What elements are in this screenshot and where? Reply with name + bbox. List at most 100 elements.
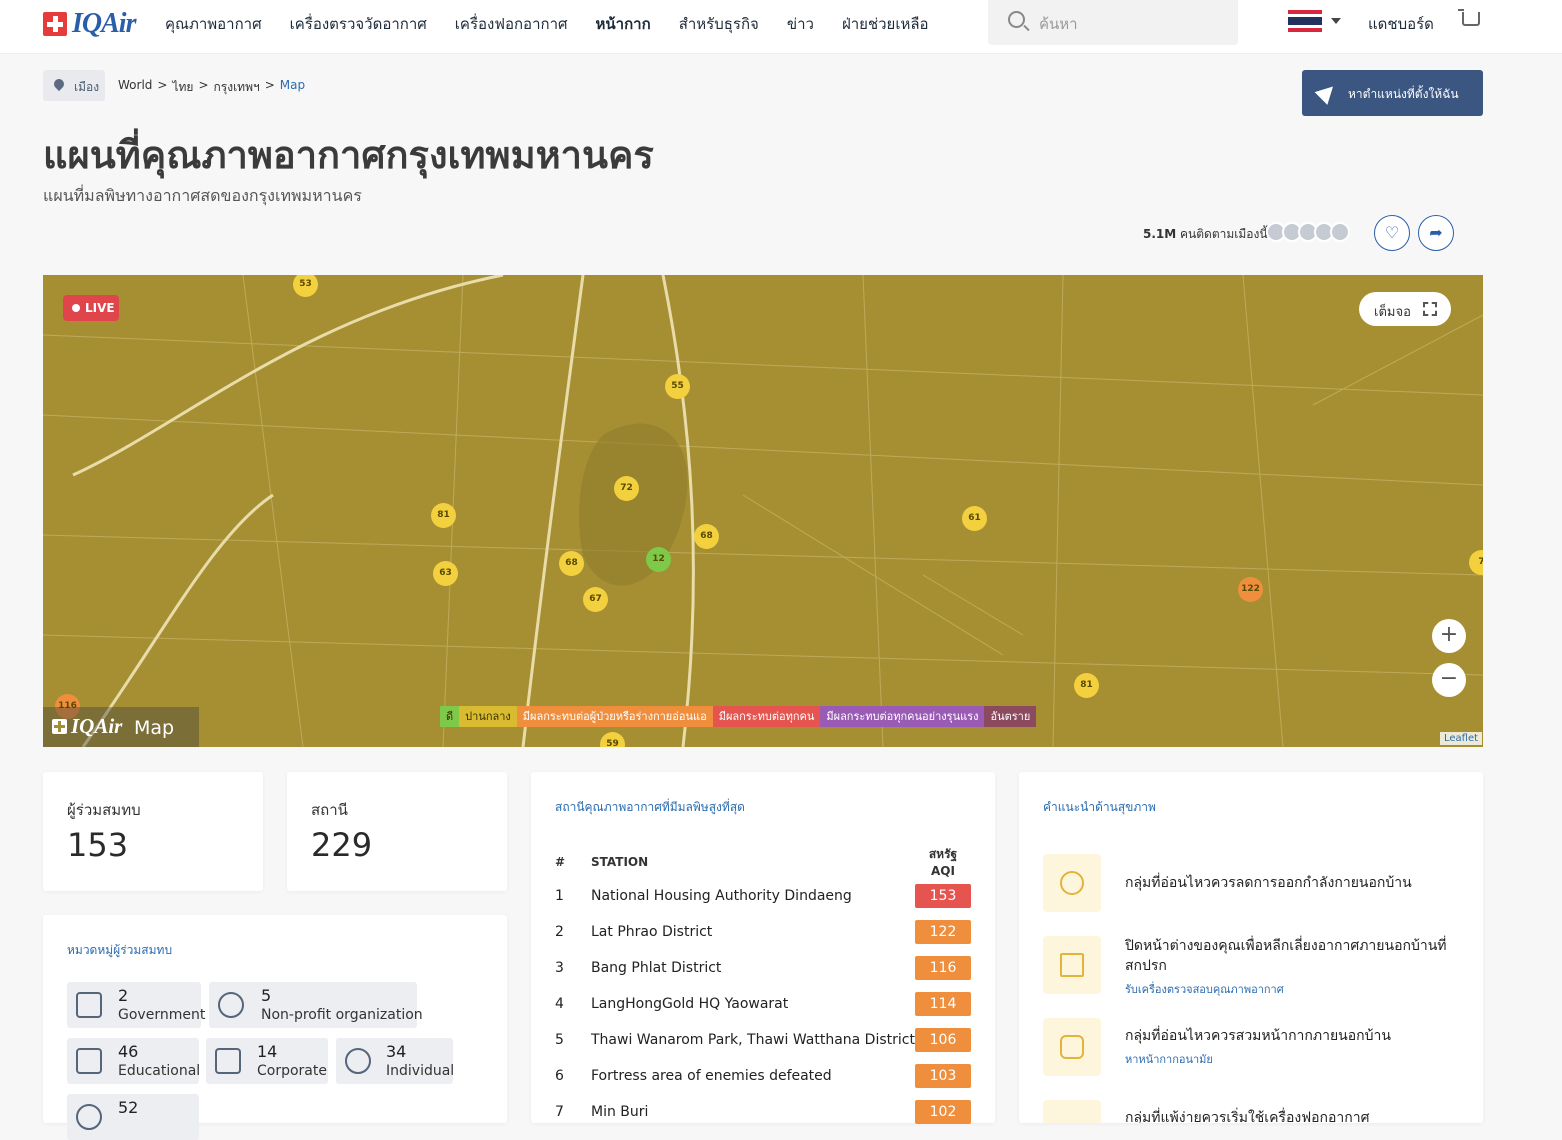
category-corporate[interactable]: 14 Corporate [206,1038,328,1084]
recommendation-text: กลุ่มที่อ่อนไหวควรสวมหน้ากากภายนอกบ้าน [1125,1028,1391,1044]
category-educational[interactable]: 46 Educational [67,1038,201,1084]
live-label: LIVE [85,301,115,315]
contributors-count: 153 [67,826,129,864]
breadcrumb: World > ไทย > กรุงเทพฯ > Map [118,78,310,97]
location-pin-icon [51,76,67,92]
aqi-marker[interactable]: 12 [646,547,671,572]
menu-news[interactable]: ข่าว [787,12,814,36]
locate-me-label: หาตำแหน่งที่ตั้งให้ฉัน [1348,87,1459,101]
aqi-marker[interactable]: 61 [962,506,987,531]
table-row[interactable]: 6 Fortress area of enemies defeated 103 [555,1058,971,1094]
chevron-down-icon[interactable] [1331,18,1341,29]
zoom-in-button[interactable]: + [1432,619,1466,653]
menu-masks[interactable]: หน้ากาก [596,12,651,36]
page-title: แผนที่คุณภาพอากาศกรุงเทพมหานคร [43,133,654,177]
row-rank: 1 [555,888,564,904]
table-row[interactable]: 7 Min Buri 102 [555,1094,971,1130]
row-station[interactable]: Min Buri [591,1094,915,1130]
table-row[interactable]: 3 Bang Phlat District 116 [555,950,971,986]
aqi-marker[interactable]: 55 [665,374,690,399]
aqi-marker[interactable]: 122 [1238,577,1263,602]
category-nonprofit[interactable]: 5 Non-profit organization [209,982,423,1028]
thai-flag-icon[interactable] [1288,10,1322,33]
table-row[interactable]: 1 National Housing Authority Dindaeng 153 [555,878,971,914]
aqi-marker[interactable]: 68 [694,524,719,549]
zoom-out-button[interactable]: − [1432,663,1466,697]
category-other[interactable]: 52 [67,1094,199,1140]
row-rank: 5 [555,1032,564,1048]
crumb-separator: > [198,78,209,92]
locate-me-button[interactable]: หาตำแหน่งที่ตั้งให้ฉัน [1302,70,1483,116]
table-row[interactable]: 4 LangHongGold HQ Yaowarat 114 [555,986,971,1022]
live-dot-icon [72,304,80,312]
fullscreen-button[interactable]: เต็มจอ [1359,292,1451,326]
row-rank: 7 [555,1104,564,1120]
recommendation-text: ปิดหน้าต่างของคุณเพื่อหลีกเลี่ยงอากาศภาย… [1125,938,1447,974]
col-station: STATION [591,854,649,869]
crumb-separator: > [157,78,168,92]
followers-label: คนติดตามเมืองนี้ [1180,227,1268,241]
find-mask-link[interactable]: หาหน้ากากอนามัย [1125,1050,1213,1068]
purifier-icon [1043,1100,1101,1123]
main-menu: คุณภาพอากาศ เครื่องตรวจวัดอากาศ เครื่องฟ… [165,12,957,36]
recommendation-exercise: กลุ่มที่อ่อนไหวควรลดการออกกำลังกายนอกบ้า… [1043,854,1463,914]
menu-monitors[interactable]: เครื่องตรวจวัดอากาศ [290,12,427,36]
aqi-badge: 103 [915,1064,971,1088]
search-placeholder: ค้นหา [1039,15,1078,33]
menu-air-quality[interactable]: คุณภาพอากาศ [165,12,262,36]
category-individual[interactable]: 34 Individual [336,1038,454,1084]
navigation-arrow-icon [1314,80,1340,105]
city-tag: เมือง [43,70,105,101]
followers-count: 5.1M [1143,227,1177,241]
crumb-separator: > [264,78,275,92]
row-station[interactable]: Bang Phlat District [591,950,915,986]
aqi-badge: 122 [915,920,971,944]
category-count: 34 [386,1042,407,1061]
category-government[interactable]: 2 Government [67,982,205,1028]
search-input[interactable]: ค้นหา [988,0,1238,45]
aqi-marker[interactable]: 81 [1074,673,1099,698]
person-icon [345,1048,371,1074]
legend-good: ดี [440,706,460,727]
row-station[interactable]: Fortress area of enemies defeated [591,1058,915,1094]
category-count: 2 [118,986,129,1005]
menu-support[interactable]: ฝ่ายช่วยเหลือ [842,12,929,36]
recommendation-text: กลุ่มที่อ่อนไหวควรลดการออกกำลังกายนอกบ้า… [1125,875,1412,891]
table-row[interactable]: 2 Lat Phrao District 122 [555,914,971,950]
health-title: คำแนะนำด้านสุขภาพ [1043,800,1156,814]
menu-business[interactable]: สำหรับธุรกิจ [679,12,759,36]
row-station[interactable]: National Housing Authority Dindaeng [591,878,915,914]
category-label: Educational [118,1063,201,1079]
most-polluted-card: สถานีคุณภาพอากาศที่มีมลพิษสูงที่สุด # STA… [531,772,995,1124]
aqi-marker[interactable]: 63 [433,561,458,586]
row-station[interactable]: Lat Phrao District [591,914,915,950]
row-station[interactable]: Thawi Wanarom Park, Thawi Watthana Distr… [591,1022,915,1058]
cart-icon[interactable] [1458,9,1480,26]
expand-icon [1423,302,1437,316]
swiss-cross-icon [52,719,67,734]
get-monitor-link[interactable]: รับเครื่องตรวจสอบคุณภาพอากาศ [1125,980,1284,998]
aqi-marker[interactable]: 67 [583,587,608,612]
table-row[interactable]: 5 Thawi Wanarom Park, Thawi Watthana Dist… [555,1022,971,1058]
menu-purifiers[interactable]: เครื่องฟอกอากาศ [455,12,568,36]
heart-icon[interactable]: ♡ [1374,215,1410,251]
aqi-marker[interactable]: 81 [431,503,456,528]
aqi-marker[interactable]: 72 [614,476,639,501]
crumb-thailand[interactable]: ไทย [172,78,193,97]
share-icon[interactable]: ➦ [1418,215,1454,251]
dashboard-link[interactable]: แดชบอร์ด [1368,12,1434,36]
map-brand-suffix: Map [134,717,175,739]
contributors-label: ผู้ร่วมสมทบ [67,801,141,819]
crumb-world[interactable]: World [118,78,152,97]
legend-unhealthy: มีผลกระทบต่อทุกคน [712,706,821,727]
aqi-marker[interactable]: 68 [559,551,584,576]
health-recommendations-card: คำแนะนำด้านสุขภาพ กลุ่มที่อ่อนไหวควรลดกา… [1019,772,1483,1123]
iqair-logo[interactable]: IQAir [43,8,136,40]
row-station[interactable]: LangHongGold HQ Yaowarat [591,986,915,1022]
air-quality-map[interactable]: LIVE เต็มจอ 53 55 72 81 63 68 12 68 67 6… [43,275,1483,747]
top-navbar: IQAir คุณภาพอากาศ เครื่องตรวจวัดอากาศ เค… [0,0,1562,54]
crumb-bangkok[interactable]: กรุงเทพฯ [214,78,260,97]
row-rank: 2 [555,924,564,940]
category-count: 46 [118,1042,139,1061]
leaflet-attribution[interactable]: Leaflet [1440,732,1483,745]
